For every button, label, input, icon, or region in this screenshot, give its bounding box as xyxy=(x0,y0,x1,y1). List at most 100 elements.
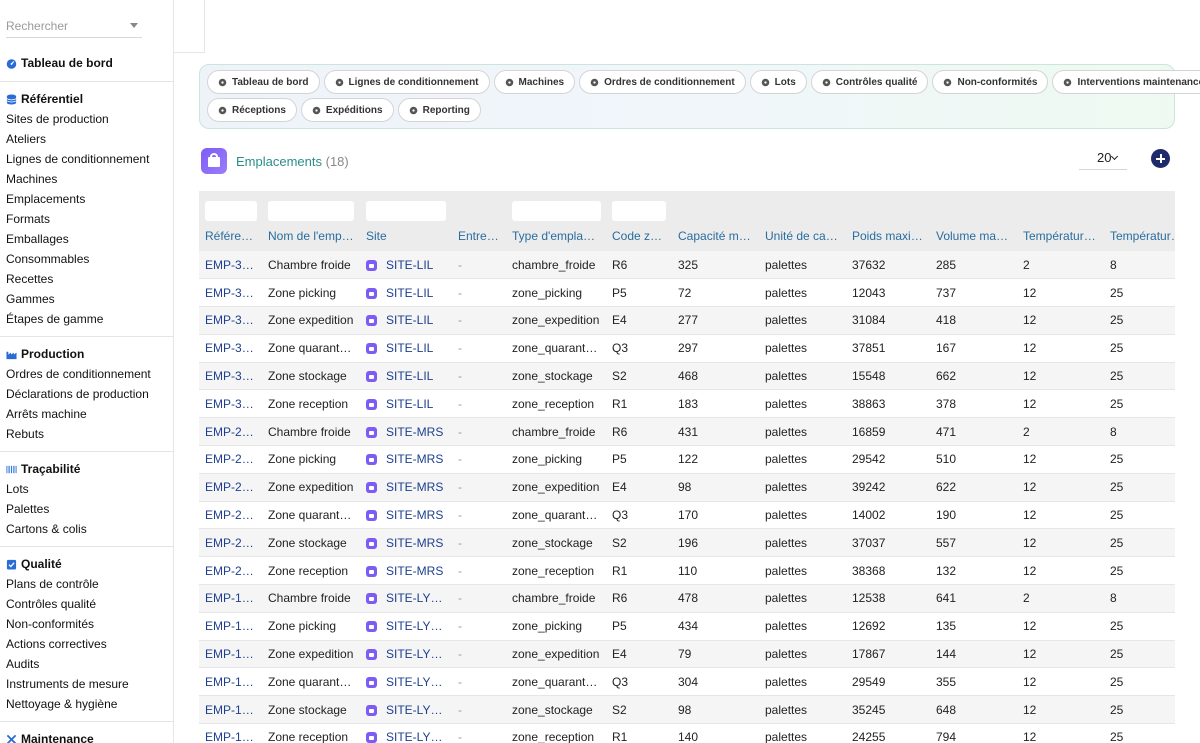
site-link[interactable]: SITE-MRS xyxy=(386,508,443,522)
filter-input-zone-code[interactable] xyxy=(612,201,666,221)
sidebar-item[interactable]: Ordres de conditionnement xyxy=(6,364,168,384)
table-cell[interactable]: SITE-MRS xyxy=(360,556,452,586)
sidebar-item-dashboard[interactable]: Tableau de bord xyxy=(6,53,168,73)
quick-nav-button[interactable]: Expéditions xyxy=(300,98,394,122)
column-header[interactable]: Entrepôt xyxy=(452,221,506,251)
table-cell[interactable]: EMP-1-02 xyxy=(199,695,262,725)
table-cell[interactable]: EMP-1-04 xyxy=(199,640,262,669)
sidebar-item[interactable]: Actions correctives xyxy=(6,634,168,654)
table-row[interactable]: EMP-3-06 Chambre froide SITE-LIL - chambre_f… xyxy=(199,251,1175,280)
column-header[interactable]: Code zone xyxy=(606,221,672,251)
table-cell[interactable]: SITE-LIL xyxy=(360,389,452,419)
table-row[interactable]: EMP-2-03 Zone quarantaine SITE-MRS - zone_qu… xyxy=(199,501,1175,530)
table-cell[interactable]: SITE-LIL xyxy=(360,278,452,308)
search-box[interactable] xyxy=(6,14,142,38)
table-cell[interactable]: EMP-3-01 xyxy=(199,389,262,419)
table-cell[interactable]: SITE-LIL xyxy=(360,362,452,391)
sidebar-item[interactable]: Formats xyxy=(6,209,168,229)
table-cell[interactable]: EMP-3-06 xyxy=(199,251,262,280)
quick-nav-button[interactable]: Contrôles qualité xyxy=(810,70,929,94)
table-cell[interactable]: SITE-LIL xyxy=(360,306,452,335)
site-link[interactable]: SITE-LYON xyxy=(386,647,448,661)
table-row[interactable]: EMP-1-03 Zone quarantaine SITE-LYON - zone_q… xyxy=(199,667,1175,697)
site-link[interactable]: SITE-LYON xyxy=(386,619,448,633)
site-link[interactable]: SITE-MRS xyxy=(386,536,443,550)
quick-nav-button[interactable]: Interventions maintenance xyxy=(1052,70,1200,94)
quick-nav-button[interactable]: Reporting xyxy=(397,98,481,122)
column-header[interactable]: Type d'emplace… xyxy=(506,221,606,251)
table-cell[interactable]: SITE-LYON xyxy=(360,667,452,697)
table-row[interactable]: EMP-2-02 Zone stockage SITE-MRS - zone_stock… xyxy=(199,528,1175,558)
table-cell[interactable]: EMP-3-04 xyxy=(199,306,262,335)
chevron-down-icon[interactable] xyxy=(130,23,138,28)
sidebar-item[interactable]: Recettes xyxy=(6,269,168,289)
table-row[interactable]: EMP-2-01 Zone reception SITE-MRS - zone_rece… xyxy=(199,556,1175,586)
column-header[interactable]: Nom de l'empl… xyxy=(262,221,360,251)
column-header[interactable]: Poids maximal xyxy=(846,221,930,251)
sidebar-item[interactable]: Consommables xyxy=(6,249,168,269)
table-cell[interactable]: EMP-2-02 xyxy=(199,528,262,558)
table-row[interactable]: EMP-1-06 Chambre froide SITE-LYON - chambre_… xyxy=(199,584,1175,613)
table-cell[interactable]: EMP-3-03 xyxy=(199,334,262,363)
table-cell[interactable]: SITE-MRS xyxy=(360,473,452,502)
column-header[interactable]: Unité de cap… xyxy=(759,221,846,251)
quick-nav-button[interactable]: Ordres de conditionnement xyxy=(579,70,746,94)
per-page-select[interactable]: 20 xyxy=(1079,148,1127,170)
sidebar-item[interactable]: Emballages xyxy=(6,229,168,249)
site-link[interactable]: SITE-LYON xyxy=(386,591,448,605)
sidebar-item[interactable]: Non-conformités xyxy=(6,614,168,634)
site-link[interactable]: SITE-LIL xyxy=(386,341,433,355)
sidebar-item[interactable]: Plans de contrôle xyxy=(6,574,168,594)
site-link[interactable]: SITE-LYON xyxy=(386,730,448,743)
site-link[interactable]: SITE-LYON xyxy=(386,675,448,689)
table-cell[interactable]: SITE-MRS xyxy=(360,445,452,474)
table-row[interactable]: EMP-3-03 Zone quarantaine SITE-LIL - zone_qu… xyxy=(199,334,1175,363)
table-cell[interactable]: SITE-LIL xyxy=(360,334,452,363)
table-row[interactable]: EMP-2-06 Chambre froide SITE-MRS - chambre_f… xyxy=(199,417,1175,447)
table-cell[interactable]: EMP-1-03 xyxy=(199,667,262,697)
table-row[interactable]: EMP-1-01 Zone reception SITE-LYON - zone_rec… xyxy=(199,723,1175,743)
site-link[interactable]: SITE-MRS xyxy=(386,425,443,439)
table-cell[interactable]: EMP-2-05 xyxy=(199,445,262,474)
column-header[interactable]: Site xyxy=(360,221,452,251)
quick-nav-button[interactable]: Lignes de conditionnement xyxy=(323,70,490,94)
site-link[interactable]: SITE-MRS xyxy=(386,452,443,466)
site-link[interactable]: SITE-LIL xyxy=(386,286,433,300)
table-row[interactable]: EMP-3-01 Zone reception SITE-LIL - zone_rece… xyxy=(199,389,1175,419)
site-link[interactable]: SITE-LIL xyxy=(386,369,433,383)
sidebar-item[interactable]: Rebuts xyxy=(6,424,168,444)
table-row[interactable]: EMP-2-04 Zone expedition SITE-MRS - zone_exp… xyxy=(199,473,1175,502)
sidebar-item[interactable]: Étapes de gamme xyxy=(6,309,168,329)
column-header[interactable]: Température… xyxy=(1104,221,1175,251)
sidebar-item[interactable]: Cartons & colis xyxy=(6,519,168,539)
site-link[interactable]: SITE-LIL xyxy=(386,397,433,411)
sidebar-item[interactable]: Machines xyxy=(6,169,168,189)
table-cell[interactable]: SITE-LYON xyxy=(360,695,452,725)
site-link[interactable]: SITE-LIL xyxy=(386,313,433,327)
site-link[interactable]: SITE-MRS xyxy=(386,480,443,494)
site-link[interactable]: SITE-LYON xyxy=(386,703,448,717)
table-cell[interactable]: EMP-1-05 xyxy=(199,612,262,641)
table-cell[interactable]: EMP-3-05 xyxy=(199,278,262,308)
filter-input-reference[interactable] xyxy=(205,201,257,221)
column-header[interactable]: Référence xyxy=(199,221,262,251)
table-row[interactable]: EMP-3-02 Zone stockage SITE-LIL - zone_stock… xyxy=(199,362,1175,391)
column-header[interactable]: Température… xyxy=(1017,221,1104,251)
sidebar-item[interactable]: Instruments de mesure xyxy=(6,674,168,694)
table-cell[interactable]: SITE-LYON xyxy=(360,640,452,669)
sidebar-item[interactable]: Ateliers xyxy=(6,129,168,149)
search-input[interactable] xyxy=(6,14,126,38)
filter-input-name[interactable] xyxy=(268,201,354,221)
add-button[interactable] xyxy=(1151,149,1170,168)
table-cell[interactable]: SITE-LYON xyxy=(360,723,452,743)
filter-input-site[interactable] xyxy=(366,201,446,221)
table-cell[interactable]: EMP-2-03 xyxy=(199,501,262,530)
quick-nav-button[interactable]: Non-conformités xyxy=(932,70,1049,94)
sidebar-item[interactable]: Palettes xyxy=(6,499,168,519)
table-cell[interactable]: EMP-1-06 xyxy=(199,584,262,613)
table-row[interactable]: EMP-1-04 Zone expedition SITE-LYON - zone_ex… xyxy=(199,640,1175,669)
quick-nav-button[interactable]: Réceptions xyxy=(207,98,297,122)
table-cell[interactable]: SITE-MRS xyxy=(360,501,452,530)
table-cell[interactable]: EMP-3-02 xyxy=(199,362,262,391)
sidebar-item[interactable]: Lignes de conditionnement xyxy=(6,149,168,169)
